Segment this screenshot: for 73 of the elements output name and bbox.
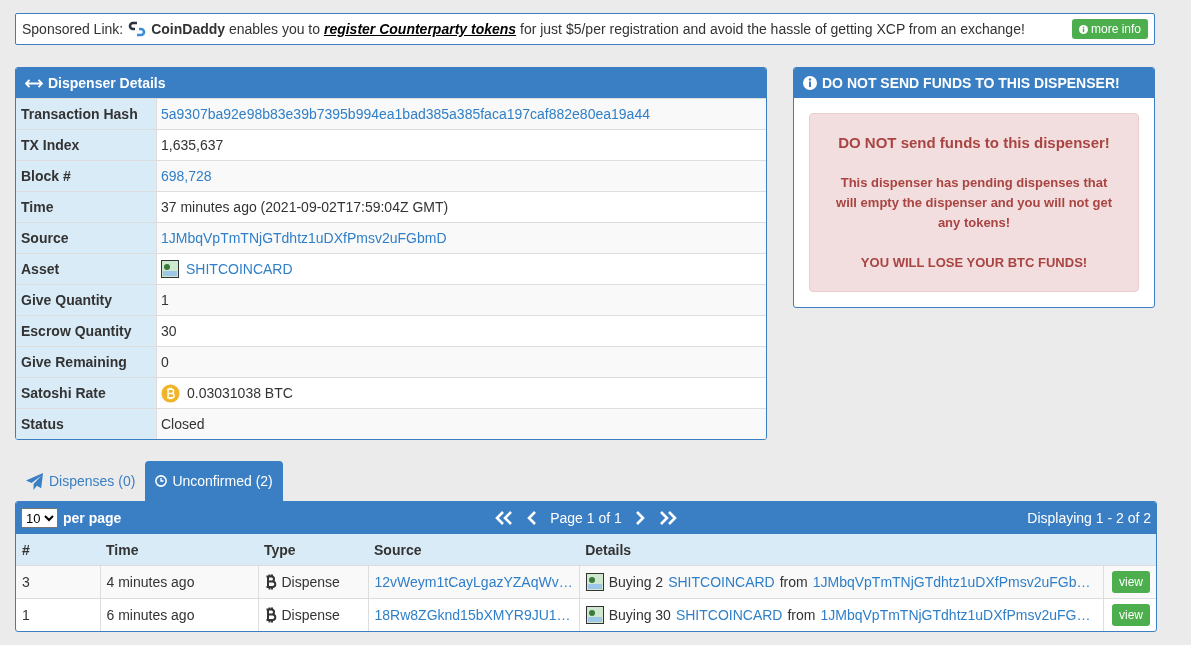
field-link[interactable]: 698,728 [161,168,212,184]
field-label: Time [16,192,157,222]
page-size-select[interactable]: 10 [21,508,58,528]
details-text: from [787,607,816,623]
panel-title: DO NOT SEND FUNDS TO THIS DISPENSER! [822,75,1120,91]
field-value: 37 minutes ago (2021-09-02T17:59:04Z GMT) [161,199,449,215]
panel-title: Dispenser Details [48,75,166,91]
bitcoin-icon [264,574,277,590]
paper-plane-icon [25,471,44,491]
info-icon [803,76,817,90]
warning-text: YOU WILL LOSE YOUR BTC FUNDS! [859,254,1089,272]
more-info-button[interactable]: more info [1071,19,1148,39]
warning-text: This dispenser has pending dispenses that will empty the dispenser and you will not get any tokens! [835,174,1113,232]
column-header: Source [368,534,580,566]
asset-thumbnail-icon [585,573,604,591]
asset-link[interactable]: SHITCOINCARD [668,574,775,590]
address-link[interactable]: 1JMbqVpTmTNjGTdhtz1uDXfPmsv2uFGb… [812,574,1091,590]
last-page-icon[interactable] [657,511,678,525]
field-label: Give Remaining [16,347,157,377]
column-header: # [16,534,100,566]
field-value: 0.03031038 BTC [187,385,293,401]
sponsor-label: Sponsored Link: [22,21,124,37]
column-header: Type [258,534,368,566]
chain-link-icon [128,20,147,38]
double-arrow-icon [25,78,43,88]
details-text: Buying 2 [608,574,664,590]
field-link[interactable]: SHITCOINCARD [186,261,293,277]
view-button[interactable]: view [1112,571,1150,593]
view-button[interactable]: view [1112,604,1150,626]
per-page-label: per page [63,510,122,526]
field-value: 30 [161,323,177,339]
previous-page-icon[interactable] [527,511,538,525]
field-label: Give Quantity [16,285,157,315]
field-value: 1,635,637 [161,137,224,153]
source-link[interactable]: 18Rw8ZGknd15bXMYR9JU1… [374,607,571,623]
sponsor-text: CoinDaddy enables you to register Counterparty tokens for just $5/per registration and avoid the hassle of getting XCP from an exchange! [151,21,1026,37]
field-label: Satoshi Rate [16,378,157,408]
asset-thumbnail-icon [585,606,604,624]
field-label: Source [16,223,157,253]
table-cell: 1 [16,598,100,631]
type-text: Dispense [281,607,340,623]
type-text: Dispense [281,574,340,590]
warning-text: DO NOT send funds to this dispenser! [837,133,1111,153]
table-cell: 3 [16,565,100,599]
info-icon [1078,24,1088,34]
details-text: Buying 30 [608,607,671,623]
field-value: 1 [161,292,169,308]
display-count: Displaying 1 - 2 of 2 [1027,510,1151,526]
field-label: Status [16,409,157,439]
table-cell: 4 minutes ago [100,565,258,599]
field-label: TX Index [16,130,157,160]
clock-icon [155,475,168,487]
field-label: Block # [16,161,157,191]
asset-link[interactable]: SHITCOINCARD [675,607,783,623]
details-text: from [779,574,808,590]
field-label: Asset [16,254,157,284]
table-cell: 6 minutes ago [100,598,258,631]
field-value: 0 [161,354,169,370]
tab[interactable]: Unconfirmed (2) [145,461,283,501]
column-header: Details [579,534,1104,566]
address-link[interactable]: 1JMbqVpTmTNjGTdhtz1uDXfPmsv2uFG… [820,607,1091,623]
register-link[interactable]: register Counterparty tokens [323,21,517,37]
page-indicator: Page 1 of 1 [550,510,622,526]
next-page-icon[interactable] [634,511,645,525]
field-label: Transaction Hash [16,99,157,129]
field-label: Escrow Quantity [16,316,157,346]
coin-icon [161,383,180,403]
field-value: Closed [161,416,205,432]
column-header: Time [100,534,258,566]
first-page-icon[interactable] [494,511,515,525]
asset-thumbnail-icon [161,260,179,278]
tab[interactable]: Dispenses (0) [15,461,146,501]
bitcoin-icon [264,607,277,623]
